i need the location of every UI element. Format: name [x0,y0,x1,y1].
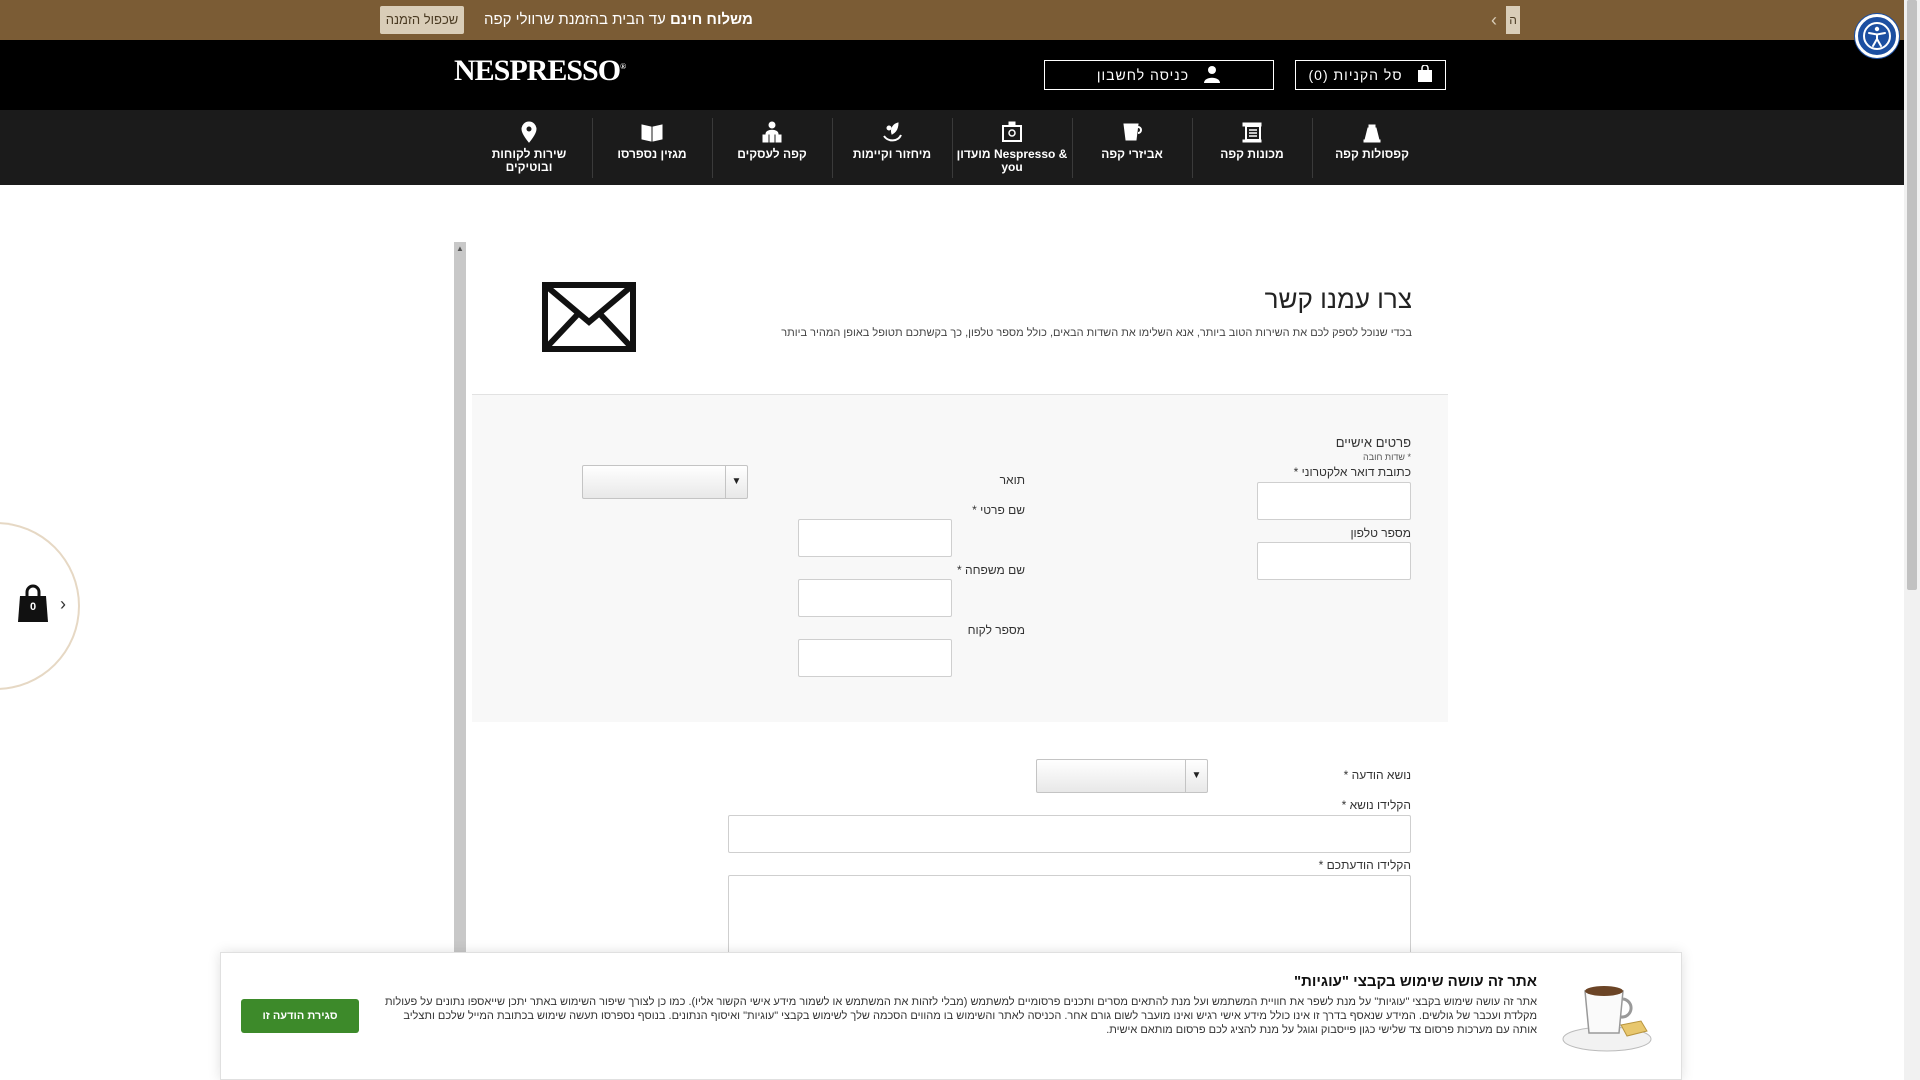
user-icon [1203,65,1221,86]
magazine-icon [640,120,664,144]
coffee-machine-icon [1240,120,1264,144]
nav-item-label: קפה לעסקים [737,147,807,161]
nespresso-logo[interactable]: NESPRESSO® [454,54,626,88]
logo-text: NESPRESSO [454,54,621,87]
nav-item-label: מגזין נספרסו [617,147,687,161]
required-note: * שדות חובה [1363,452,1411,462]
message-label: הקלידו הודעתכם * [1318,858,1411,872]
form-scrollbar[interactable]: ▲ [454,242,466,962]
email-field[interactable] [1257,482,1411,520]
nav-item-label: מכונות קפה [1220,147,1284,161]
account-login-button[interactable]: כניסה לחשבון [1044,60,1274,90]
nav-item-magazine[interactable]: מגזין נספרסו [592,116,712,180]
page-scrollbar-thumb[interactable] [1907,0,1917,590]
capsule-icon [1360,120,1384,144]
recycle-icon [880,120,904,144]
main-nav: קפסולות קפה מכונות קפה אביזרי קפה מועדון… [0,110,1904,185]
subject-text-label: הקלידו נושא * [1341,798,1411,812]
nav-item-label: מיחזור וקיימות [852,147,932,161]
chevron-right-icon[interactable]: › [60,594,66,615]
accessibility-icon [1863,22,1891,50]
shopping-bag-icon [1417,63,1433,86]
nav-divider [1192,118,1193,178]
email-label: כתובת דואר אלקטרוני * [1293,465,1411,479]
nav-divider [832,118,833,178]
last-name-field[interactable] [798,579,952,617]
first-name-field[interactable] [798,519,952,557]
cookie-text: אתר זה עושה שימוש בקבצי "עוגיות" על מנת … [384,996,1537,1036]
first-name-label: שם פרטי * [972,503,1025,517]
message-section: נושא הודעה * ▼ הקלידו נושא * הקלידו הודע… [472,722,1448,962]
title-label: תואר [999,473,1025,487]
nav-item-machines[interactable]: מכונות קפה [1192,116,1312,180]
nav-item-business[interactable]: קפה לעסקים [712,116,832,180]
nav-item-capsules[interactable]: קפסולות קפה [1312,116,1432,180]
personal-heading: פרטים אישיים [1335,435,1411,450]
accessibility-button[interactable] [1855,14,1899,58]
close-cookie-button[interactable]: סגירת הודעה זו [241,999,359,1033]
title-select[interactable]: ▼ [582,465,748,499]
nav-item-label: שירות לקוחות ובוטיקים [491,147,567,174]
promo-bar: שכפול הזמנה משלוח חינם עד הבית בהזמנת שר… [0,0,1904,40]
subject-select[interactable]: ▼ [1036,759,1208,793]
side-cart-widget[interactable]: 0 › [0,522,80,690]
promo-next-button[interactable]: ה [1506,6,1520,34]
nav-divider [1072,118,1073,178]
side-cart-count: 0 [29,601,37,613]
page-subtitle: בכדי שנוכל לספק לכם את השירות הטוב ביותר… [781,327,1412,339]
nav-item-label: אביזרי קפה [1101,147,1163,161]
message-textarea[interactable] [728,875,1411,962]
nav-divider [712,118,713,178]
customer-number-label: מספר לקוח [967,623,1025,637]
nav-item-customer-service[interactable]: שירות לקוחות ובוטיקים [469,116,589,180]
page-scrollbar[interactable] [1904,0,1920,1080]
cookie-banner: אתר זה עושה שימוש בקבצי "עוגיות" אתר זה … [220,952,1682,1080]
nav-item-club[interactable]: מועדון Nespresso & you [952,116,1072,180]
nav-divider [592,118,593,178]
location-icon [517,120,541,144]
contact-header: צרו עמנו קשר בכדי שנוכל לספק לכם את השיר… [472,242,1448,395]
chevron-down-icon: ▼ [1185,760,1207,792]
nav-item-label: קפסולות קפה [1335,147,1409,161]
subject-text-field[interactable] [728,815,1411,853]
nav-divider [952,118,953,178]
cup-icon [1120,120,1144,144]
nav-item-recycling[interactable]: מיחזור וקיימות [832,116,952,180]
promo-prev-icon[interactable]: ‹ [1491,10,1497,30]
club-icon [1000,120,1024,144]
logo-mark: ® [620,62,626,71]
phone-field[interactable] [1257,542,1411,580]
phone-label: מספר טלפון [1350,526,1411,540]
cart-label: סל הקניות (0) [1308,67,1403,83]
cookie-title: אתר זה עושה שימוש בקבצי "עוגיות" [1293,973,1537,990]
subject-label: נושא הודעה * [1343,768,1411,782]
nav-item-accessories[interactable]: אביזרי קפה [1072,116,1192,180]
promo-text-rest: עד הבית בהזמנת שרוולי קפה [484,11,670,28]
page-title: צרו עמנו קשר [1264,284,1412,314]
envelope-icon [542,282,636,352]
coffee-cup-icon [1562,986,1652,1052]
nav-divider [1312,118,1313,178]
business-icon [760,120,784,144]
promo-text: משלוח חינם עד הבית בהזמנת שרוולי קפה [484,11,753,28]
account-login-label: כניסה לחשבון [1096,67,1190,83]
personal-details-section: פרטים אישיים * שדות חובה כתובת דואר אלקט… [472,395,1448,722]
last-name-label: שם משפחה * [957,563,1025,577]
chevron-down-icon: ▼ [725,466,747,498]
cart-button[interactable]: סל הקניות (0) [1295,60,1446,90]
promo-text-bold: משלוח חינם [669,11,753,28]
customer-number-field[interactable] [798,639,952,677]
site-header: NESPRESSO® כניסה לחשבון סל הקניות (0) [0,40,1904,110]
scroll-up-icon[interactable]: ▲ [456,244,464,253]
reorder-button[interactable]: שכפול הזמנה [380,6,464,34]
nav-item-label: מועדון Nespresso & you [956,147,1068,174]
